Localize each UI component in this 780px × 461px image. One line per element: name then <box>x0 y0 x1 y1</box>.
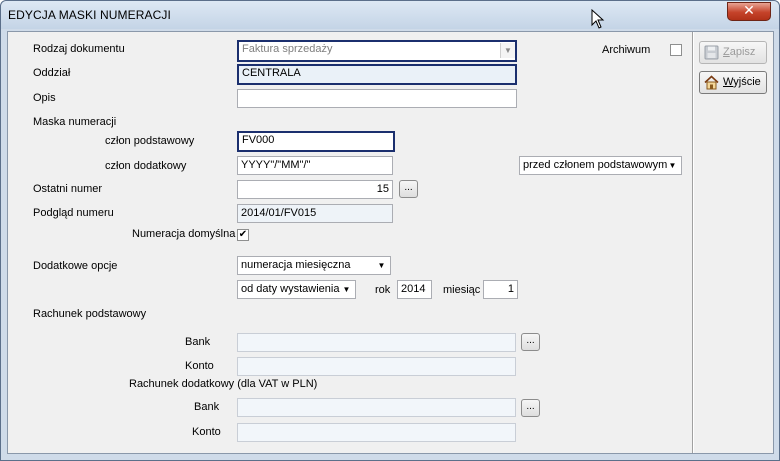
checkmark-icon: ✔ <box>238 229 248 240</box>
label-czlon-dodatkowy: człon dodatkowy <box>105 160 187 172</box>
label-konto-dodatkowy: Konto <box>192 426 221 438</box>
ostatni-numer-value: 15 <box>376 183 389 195</box>
numeracja-domyslna-checkbox[interactable]: ✔ <box>237 229 249 241</box>
od-daty-select[interactable]: od daty wystawienia ▼ <box>237 280 356 299</box>
rodzaj-dokumentu-select[interactable]: Faktura sprzedaży ▼ <box>237 40 517 62</box>
floppy-disk-icon <box>704 45 719 60</box>
archiwum-checkbox[interactable] <box>670 44 682 56</box>
label-rachunek-podstawowy: Rachunek podstawowy <box>33 308 147 320</box>
chevron-down-icon[interactable]: ▼ <box>374 258 389 273</box>
close-button[interactable]: ✕ <box>727 2 771 21</box>
bank-dodatkowy-ellipsis-button[interactable]: ... <box>521 399 540 417</box>
label-maska-numeracji: Maska numeracji <box>33 116 117 128</box>
title-bar[interactable]: EDYCJA MASKI NUMERACJI ✕ <box>1 1 779 29</box>
label-archiwum: Archiwum <box>602 44 651 56</box>
zapisz-button[interactable]: Zapisz <box>699 41 767 64</box>
miesiac-value: 1 <box>507 283 514 295</box>
od-daty-value: od daty wystawienia <box>241 283 340 295</box>
dialog-window: EDYCJA MASKI NUMERACJI ✕ Rodzaj dokument… <box>0 0 780 461</box>
label-dodatkowe-opcje: Dodatkowe opcje <box>33 260 118 272</box>
label-oddzial: Oddział <box>33 67 71 79</box>
label-numeracja-domyslna: Numeracja domyślna <box>132 228 236 240</box>
pozycja-czlonu-value: przed członem podstawowym <box>523 159 668 171</box>
rodzaj-dokumentu-value: Faktura sprzedaży <box>242 43 333 55</box>
pozycja-czlonu-select[interactable]: przed członem podstawowym ▼ <box>519 156 682 175</box>
label-czlon-podstawowy: człon podstawowy <box>105 135 195 147</box>
home-icon <box>704 75 719 90</box>
bank-podstawowy-ellipsis-button[interactable]: ... <box>521 333 540 351</box>
podglad-numeru-value: 2014/01/FV015 <box>241 207 317 219</box>
label-podglad-numeru: Podgląd numeru <box>33 207 114 219</box>
bank-dodatkowy-field[interactable] <box>237 398 516 417</box>
rok-input[interactable]: 2014 <box>397 280 432 299</box>
zapisz-label-hotkey: Z <box>723 46 730 58</box>
label-opis: Opis <box>33 92 56 104</box>
dodatkowe-opcje-select[interactable]: numeracja miesięczna ▼ <box>237 256 391 275</box>
window-title: EDYCJA MASKI NUMERACJI <box>8 8 171 22</box>
czlon-podstawowy-input[interactable]: FV000 <box>237 131 395 152</box>
czlon-dodatkowy-value: YYYY"/"MM"/" <box>241 159 311 171</box>
label-rachunek-dodatkowy: Rachunek dodatkowy (dla VAT w PLN) <box>129 378 318 390</box>
bank-podstawowy-field[interactable] <box>237 333 516 352</box>
label-rodzaj-dokumentu: Rodzaj dokumentu <box>33 43 125 55</box>
label-miesiac: miesiąc <box>443 284 481 296</box>
wyjscie-label-rest: yjście <box>733 76 761 88</box>
rok-value: 2014 <box>401 283 426 295</box>
ostatni-numer-ellipsis-button[interactable]: ... <box>399 180 418 198</box>
ostatni-numer-input[interactable]: 15 <box>237 180 393 199</box>
label-bank-podstawowy: Bank <box>185 336 211 348</box>
vertical-separator <box>692 32 693 453</box>
chevron-down-icon[interactable]: ▼ <box>339 282 354 297</box>
dodatkowe-opcje-value: numeracja miesięczna <box>241 259 351 271</box>
czlon-dodatkowy-input[interactable]: YYYY"/"MM"/" <box>237 156 393 175</box>
podglad-numeru-field: 2014/01/FV015 <box>237 204 393 223</box>
miesiac-input[interactable]: 1 <box>483 280 518 299</box>
chevron-down-icon[interactable]: ▼ <box>665 158 680 173</box>
czlon-podstawowy-value: FV000 <box>242 134 275 146</box>
wyjscie-label-hotkey: W <box>723 76 734 88</box>
label-konto-podstawowy: Konto <box>185 360 214 372</box>
label-ostatni-numer: Ostatni numer <box>33 183 103 195</box>
form-panel: Rodzaj dokumentu Faktura sprzedaży ▼ Arc… <box>7 31 774 454</box>
oddzial-value: CENTRALA <box>242 67 301 79</box>
konto-podstawowy-field[interactable] <box>237 357 516 376</box>
wyjscie-button[interactable]: Wyjście <box>699 71 767 94</box>
oddzial-field[interactable]: CENTRALA <box>237 64 517 85</box>
mouse-pointer-icon <box>591 9 605 29</box>
konto-dodatkowy-field[interactable] <box>237 423 516 442</box>
opis-input[interactable] <box>237 89 517 108</box>
chevron-down-icon[interactable]: ▼ <box>500 43 515 58</box>
zapisz-label-rest: apisz <box>729 46 756 58</box>
label-rok: rok <box>375 284 391 296</box>
close-icon: ✕ <box>743 3 755 19</box>
label-bank-dodatkowy: Bank <box>194 401 220 413</box>
